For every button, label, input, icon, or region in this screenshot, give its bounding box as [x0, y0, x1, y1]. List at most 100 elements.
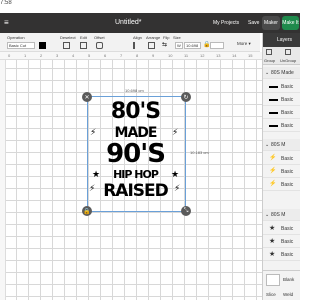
lightning-icon: ⚡: [269, 155, 277, 161]
align-icon[interactable]: [133, 42, 140, 49]
operation-select[interactable]: Basic Cut: [7, 42, 35, 49]
resize-handle-icon[interactable]: ⤡: [181, 206, 191, 216]
slice-button[interactable]: Slice: [266, 292, 276, 297]
artwork-group[interactable]: 80'S MADE 90'S HIP HOP RAISED ⚡ ⚡ ★ ★ ⚡ …: [88, 98, 183, 211]
layer-group[interactable]: ⌄ 80S M: [263, 209, 300, 221]
star-icon: ★: [269, 225, 276, 232]
layer-thumb-icon: [269, 86, 278, 88]
star-icon: ★: [171, 170, 180, 180]
star-icon: ★: [269, 238, 276, 245]
layer-label: Basic: [281, 156, 294, 162]
project-title[interactable]: Untitled*: [115, 19, 141, 26]
offset-label: Offset: [94, 35, 105, 40]
layer-label: Basic: [281, 84, 294, 90]
layer-group-title: 80S M: [271, 212, 286, 218]
group-icon[interactable]: [266, 49, 272, 55]
size-width-input[interactable]: 10.698: [184, 42, 201, 49]
ruler-tick: 15: [248, 53, 253, 58]
machine-select[interactable]: Maker: [262, 16, 280, 30]
layer-label: Basic: [281, 123, 294, 129]
layers-panel: Layers Group UnGroup ⌄ 80S Made Basic Ba…: [262, 33, 300, 300]
layer-group-title: 80S M: [271, 142, 286, 148]
layer-item[interactable]: ★ Basic: [263, 236, 300, 248]
blank-canvas-label: Blank: [283, 277, 295, 282]
align-label: Align: [133, 35, 142, 40]
layer-label: Basic: [281, 97, 294, 103]
ungroup-icon[interactable]: [285, 49, 291, 55]
edit-toolbar: Operation Basic Cut Deselect Edit Offset…: [0, 33, 260, 52]
layer-group[interactable]: ⌄ 80S M: [263, 139, 300, 151]
chevron-down-icon[interactable]: ⌄: [265, 212, 269, 218]
size-w-caption: W: [175, 42, 183, 49]
weld-button[interactable]: Weld: [283, 292, 293, 297]
star-icon: ★: [92, 170, 101, 180]
size-height-input[interactable]: [210, 42, 224, 49]
layer-thumb-icon: [269, 125, 278, 127]
ruler-tick: 12: [200, 53, 205, 58]
ruler-tick: 9: [152, 53, 155, 58]
ruler-tick: 0: [8, 53, 11, 58]
lightning-icon: ⚡: [269, 181, 277, 187]
layer-item[interactable]: ⚡ Basic: [263, 179, 300, 191]
artwork-line-raised: RAISED: [103, 181, 169, 201]
group-controls: Group UnGroup: [263, 47, 300, 65]
layer-item[interactable]: Basic: [263, 107, 300, 119]
ruler-tick: 11: [184, 53, 189, 58]
ruler-tick: 7: [120, 53, 123, 58]
layer-label: Basic: [281, 110, 294, 116]
chevron-down-icon[interactable]: ⌄: [265, 142, 269, 148]
lightning-icon: ⚡: [269, 168, 277, 174]
lightning-icon: ⚡: [90, 128, 97, 138]
layer-item[interactable]: ⚡ Basic: [263, 166, 300, 178]
arrange-icon[interactable]: [148, 42, 155, 49]
group-button[interactable]: Group: [264, 58, 275, 63]
layer-item[interactable]: Basic: [263, 81, 300, 93]
lightning-icon: ⚡: [174, 184, 181, 194]
lightning-icon: ⚡: [89, 184, 96, 194]
edit-icon[interactable]: [80, 42, 87, 49]
layer-label: Basic: [281, 226, 294, 232]
make-it-button[interactable]: Make It: [282, 16, 299, 30]
my-projects-link[interactable]: My Projects: [213, 20, 239, 26]
layer-group-title: 80S Made: [271, 70, 294, 76]
layer-item[interactable]: ⚡ Basic: [263, 153, 300, 165]
tab-layers[interactable]: Layers: [277, 37, 292, 43]
layers-footer: Blank Slice Weld: [263, 270, 300, 300]
ungroup-button[interactable]: UnGroup: [280, 58, 296, 63]
operation-label: Operation: [7, 35, 25, 40]
delete-handle-icon[interactable]: ✕: [82, 92, 92, 102]
lock-handle-icon[interactable]: 🔒: [82, 206, 92, 216]
menu-icon[interactable]: ≡: [4, 18, 9, 27]
ruler-tick: 8: [136, 53, 139, 58]
layer-group[interactable]: ⌄ 80S Made: [263, 67, 300, 79]
arrange-label: Arrange: [146, 35, 161, 40]
save-link[interactable]: Save: [248, 20, 259, 26]
ruler-tick: 10: [168, 53, 173, 58]
layer-item[interactable]: ★ Basic: [263, 249, 300, 261]
blank-canvas-swatch[interactable]: [266, 274, 280, 286]
width-dimension: 10.698 cm: [125, 88, 144, 93]
ruler-tick: 6: [104, 53, 107, 58]
layer-item[interactable]: Basic: [263, 120, 300, 132]
layer-thumb-icon: [269, 112, 278, 114]
layer-item[interactable]: Basic: [263, 94, 300, 106]
artwork-line-hip-hop: HIP HOP: [113, 168, 159, 181]
flip-icon[interactable]: ⇆: [162, 42, 169, 49]
layer-item[interactable]: ★ Basic: [263, 223, 300, 235]
lock-icon[interactable]: 🔒: [203, 42, 210, 49]
design-space-app: 7:58 ≡ Untitled* My Projects Save Maker …: [0, 0, 300, 300]
layer-thumb-icon: [269, 99, 278, 101]
chevron-down-icon[interactable]: ⌄: [265, 70, 269, 76]
more-button[interactable]: More ▾: [236, 41, 254, 48]
color-swatch[interactable]: [39, 42, 46, 49]
lightning-icon: ⚡: [172, 128, 179, 138]
layer-label: Basic: [281, 169, 294, 175]
rotate-handle-icon[interactable]: ↻: [181, 92, 191, 102]
layers-tab-bar: Layers: [263, 33, 300, 47]
flip-label: Flip: [163, 35, 170, 40]
offset-icon[interactable]: [96, 42, 103, 49]
deselect-label: Deselect: [60, 35, 76, 40]
edit-label: Edit: [80, 35, 87, 40]
ruler-tick: 2: [40, 53, 43, 58]
deselect-icon[interactable]: [63, 42, 70, 49]
